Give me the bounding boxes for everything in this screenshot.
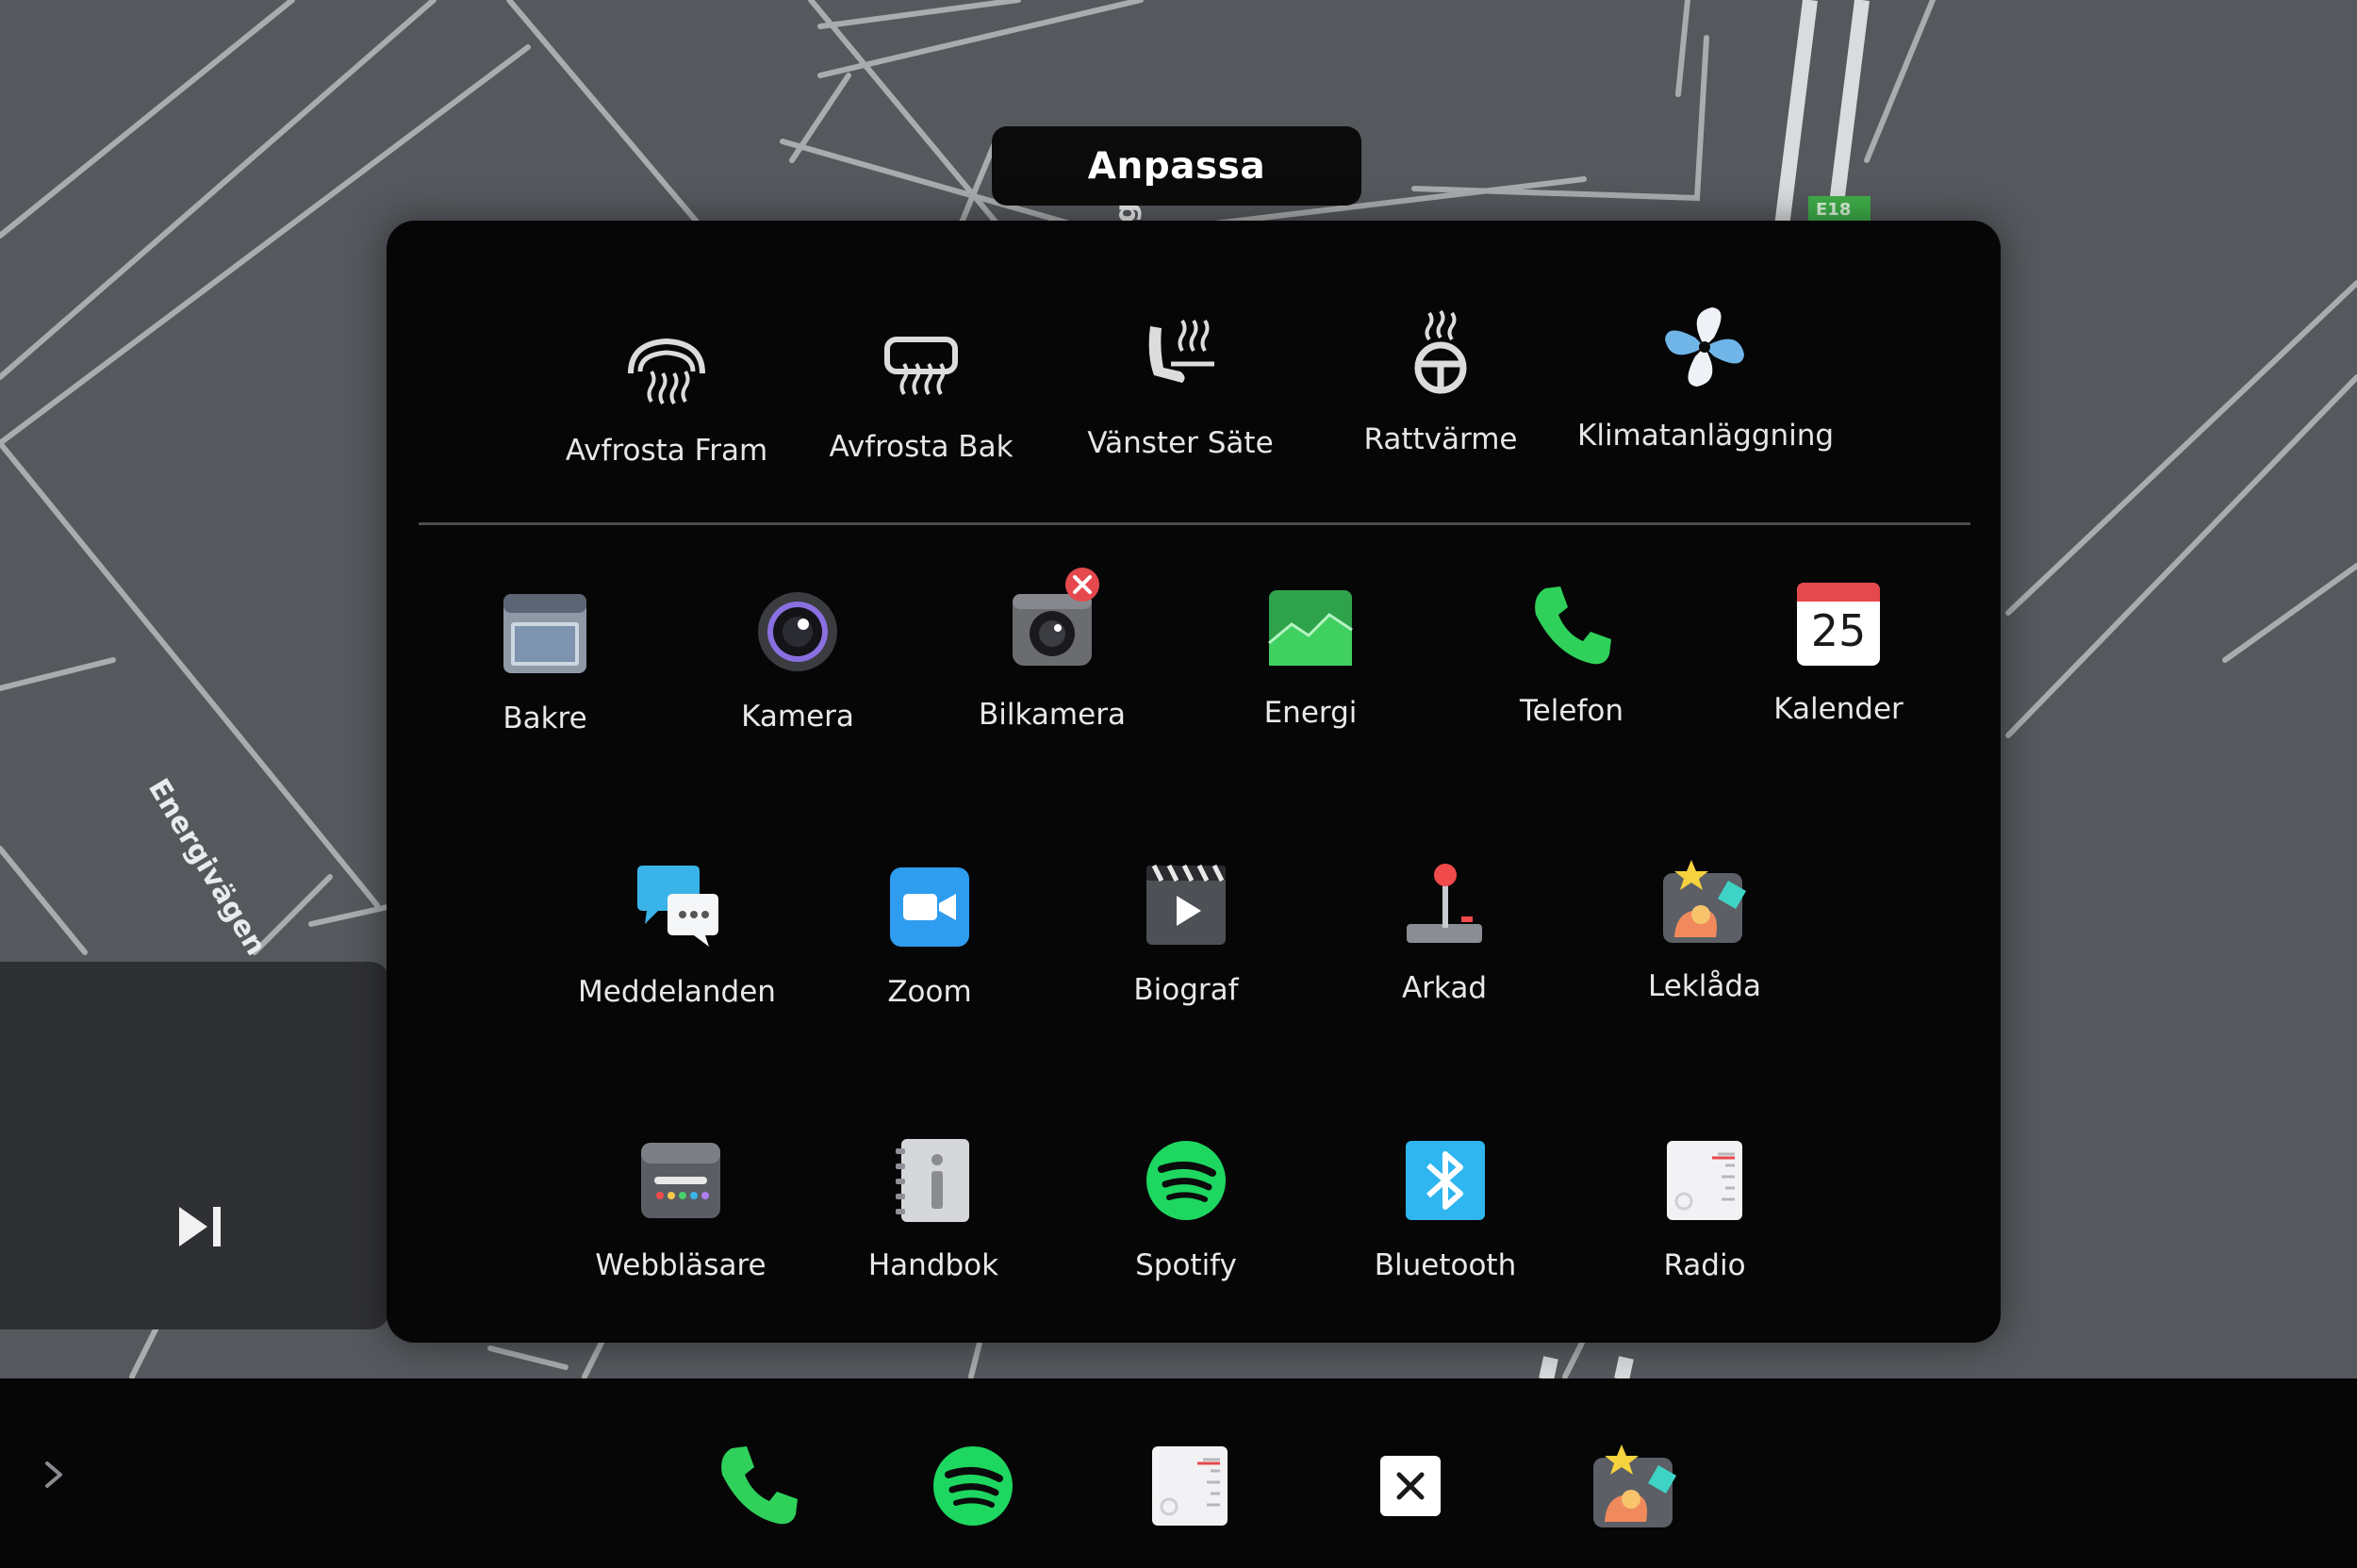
quick-control-label: Klimatanläggning (1577, 419, 1835, 453)
app-dashcam[interactable]: Bilkamera (930, 568, 1175, 732)
app-energy[interactable]: Energi (1188, 583, 1433, 730)
quick-control-front-defrost[interactable]: Avfrosta Fram (539, 315, 794, 468)
app-bluetooth[interactable]: Bluetooth (1323, 1135, 1568, 1282)
dashcam-icon-wrap (1007, 568, 1099, 675)
manual-icon (896, 1139, 969, 1222)
arcade-icon (1407, 864, 1482, 943)
app-label: Zoom (887, 975, 972, 1009)
dock-close-icon[interactable] (1365, 1441, 1456, 1531)
chevron-right-icon[interactable] (41, 1460, 66, 1490)
app-label: Webbläsare (595, 1248, 766, 1282)
app-browser[interactable]: Webbläsare (558, 1135, 803, 1282)
app-toybox[interactable]: Leklåda (1582, 856, 1827, 1003)
app-radio[interactable]: Radio (1582, 1135, 1827, 1282)
dock-phone-icon[interactable] (713, 1441, 803, 1531)
remove-badge-icon[interactable] (1063, 566, 1101, 603)
app-arcade[interactable]: Arkad (1322, 858, 1567, 1005)
theater-icon (1146, 864, 1226, 945)
app-theater[interactable]: Biograf (1063, 860, 1309, 1007)
quick-control-label: Avfrosta Bak (829, 430, 1014, 464)
zoom-icon (890, 867, 969, 947)
app-label: Arkad (1401, 971, 1488, 1005)
calendar-day: 25 (1810, 605, 1867, 656)
messages-icon (637, 866, 718, 947)
customize-panel: Avfrosta Fram Avfrosta Bak Vänster Säte (387, 221, 2001, 1343)
app-label: Bilkamera (979, 698, 1126, 732)
section-divider (419, 522, 1970, 525)
app-rear-view[interactable]: Bakre (422, 588, 668, 735)
road-badge: E18 (1816, 200, 1852, 220)
quick-control-label: Vänster Säte (1087, 426, 1274, 460)
phone-icon (1535, 586, 1611, 665)
app-label: Biograf (1133, 973, 1239, 1007)
app-label: Spotify (1135, 1248, 1237, 1282)
app-label: Leklåda (1647, 969, 1762, 1003)
quick-control-rear-defrost[interactable]: Avfrosta Bak (794, 311, 1048, 464)
app-calendar[interactable]: 25 Kalender (1716, 579, 1961, 726)
app-label: Telefon (1520, 694, 1624, 728)
dock-radio-icon[interactable] (1145, 1441, 1235, 1531)
quick-control-steering-heat[interactable]: Rattvärme (1313, 304, 1568, 456)
app-spotify[interactable]: Spotify (1063, 1135, 1309, 1282)
front-defrost-icon (628, 338, 705, 405)
spotify-icon (1146, 1141, 1226, 1220)
app-phone[interactable]: Telefon (1449, 581, 1694, 728)
next-track-icon[interactable] (177, 1203, 224, 1250)
app-label: Meddelanden (578, 975, 776, 1009)
steering-wheel-heat-icon (1414, 309, 1467, 394)
browser-icon (641, 1143, 720, 1218)
app-label: Kamera (741, 700, 854, 734)
app-manual[interactable]: Handbok (811, 1135, 1056, 1282)
calendar-icon: 25 (1793, 579, 1884, 669)
app-label: Kalender (1773, 692, 1904, 726)
app-label: Handbok (867, 1248, 999, 1282)
customize-title: Anpassa (992, 126, 1361, 206)
media-player-card[interactable] (0, 962, 390, 1329)
quick-control-label: Avfrosta Fram (565, 434, 768, 468)
toybox-icon (1663, 860, 1747, 943)
camera-icon (758, 592, 837, 671)
seat-heater-icon (1148, 319, 1214, 383)
dock-spotify-icon[interactable] (928, 1441, 1018, 1531)
app-zoom[interactable]: Zoom (807, 862, 1052, 1009)
rear-view-icon (503, 594, 586, 673)
app-label: Bluetooth (1374, 1248, 1517, 1282)
app-label: Bakre (503, 701, 587, 735)
energy-icon (1268, 590, 1353, 666)
rear-defrost-icon (884, 337, 958, 396)
quick-control-climate[interactable]: Klimatanläggning (1577, 300, 1835, 453)
quick-control-label: Rattvärme (1363, 422, 1518, 456)
app-camera[interactable]: Kamera (675, 586, 920, 734)
app-label: Energi (1263, 696, 1358, 730)
app-messages[interactable]: Meddelanden (554, 862, 799, 1009)
quick-control-seat-heater[interactable]: Vänster Säte (1053, 307, 1308, 460)
app-label: Radio (1663, 1248, 1746, 1282)
fan-icon (1665, 307, 1744, 387)
bluetooth-icon (1406, 1141, 1485, 1220)
radio-icon (1667, 1141, 1742, 1220)
dock-toybox-icon[interactable] (1590, 1441, 1680, 1531)
